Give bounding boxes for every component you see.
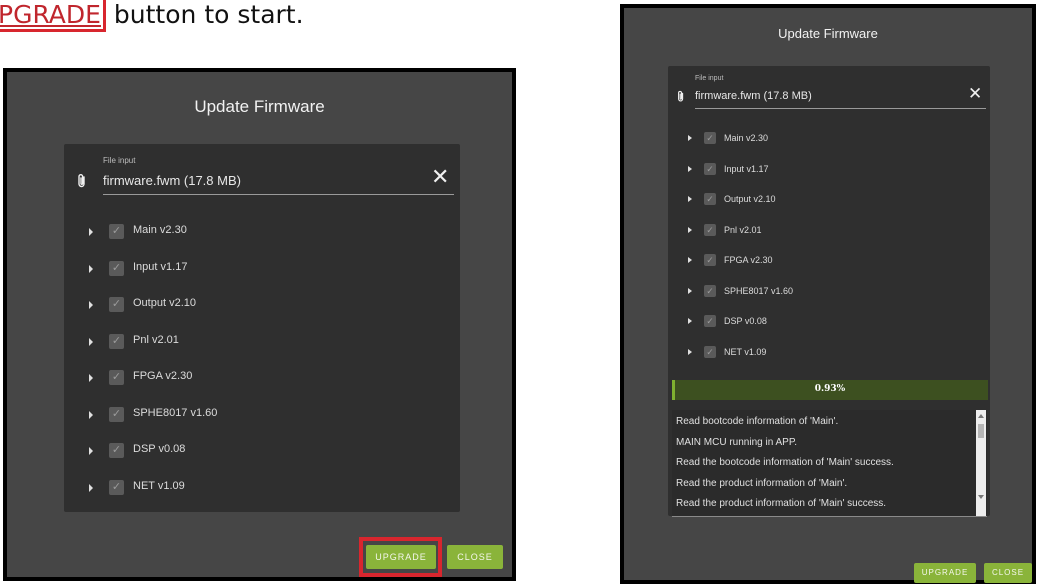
expand-caret-icon[interactable] (89, 228, 93, 236)
module-checkbox[interactable]: ✓ (109, 260, 124, 276)
log-line: Read bootcode information of 'Main'. (676, 416, 839, 427)
upgrade-progress-bar: 0.93% (672, 380, 988, 400)
clear-file-icon[interactable]: ✕ (431, 166, 449, 188)
module-checkbox[interactable]: ✓ (109, 406, 124, 422)
expand-caret-icon[interactable] (688, 135, 692, 141)
module-row[interactable]: ✓ SPHE8017 v1.60 (668, 284, 990, 300)
scroll-thumb[interactable] (978, 424, 984, 438)
instruction-rest: button to start. (105, 0, 304, 29)
file-input-value[interactable]: firmware.fwm (17.8 MB) (103, 173, 241, 188)
expand-caret-icon[interactable] (688, 226, 692, 233)
module-row[interactable]: ✓ Input v1.17 (64, 259, 460, 279)
log-line: MAIN MCU running in APP. (676, 436, 797, 448)
module-label: Pnl v2.01 (724, 224, 762, 235)
expand-caret-icon[interactable] (89, 483, 93, 492)
paperclip-icon[interactable] (77, 173, 87, 194)
module-checkbox[interactable]: ✓ (109, 443, 124, 458)
file-input-underline (103, 194, 454, 195)
module-row[interactable]: ✓ NET v1.09 (64, 478, 460, 498)
module-label: DSP v0.08 (724, 316, 767, 326)
progress-percent: 0.93% (814, 384, 846, 394)
module-checkbox[interactable]: ✓ (704, 132, 716, 144)
module-checkbox[interactable]: ✓ (109, 297, 124, 312)
module-checkbox[interactable]: ✓ (704, 284, 716, 297)
scroll-up-icon[interactable] (978, 414, 984, 418)
instruction-highlight: PGRADE (0, 0, 106, 32)
module-label: Output v2.10 (724, 194, 776, 204)
log-line: Read the product information of 'Main'. (676, 477, 848, 489)
module-row[interactable]: ✓ SPHE8017 v1.60 (64, 405, 460, 425)
log-underline (672, 516, 987, 517)
module-checkbox[interactable]: ✓ (704, 345, 716, 358)
module-row[interactable]: ✓ Output v2.10 (64, 295, 460, 315)
expand-caret-icon[interactable] (688, 196, 692, 202)
module-checkbox[interactable]: ✓ (109, 479, 124, 495)
close-button[interactable]: CLOSE (984, 563, 1032, 583)
module-row[interactable]: ✓ Main v2.30 (64, 222, 460, 242)
module-checkbox[interactable]: ✓ (109, 224, 124, 239)
module-label: FPGA v2.30 (133, 370, 193, 382)
module-label: Input v1.17 (724, 163, 769, 174)
log-scrollbar[interactable] (976, 410, 986, 516)
module-row[interactable]: ✓ FPGA v2.30 (668, 253, 990, 269)
update-firmware-dialog-idle: Update Firmware File input firmware.fwm … (3, 68, 516, 581)
module-label: FPGA v2.30 (724, 255, 773, 265)
expand-caret-icon[interactable] (688, 257, 692, 263)
dialog-title: Update Firmware (778, 26, 878, 41)
module-label: NET v1.09 (724, 346, 767, 357)
file-input-underline (695, 108, 986, 109)
module-row[interactable]: ✓ Pnl v2.01 (668, 223, 990, 239)
upgrade-log[interactable]: Read bootcode information of 'Main'. MAIN… (672, 410, 987, 516)
module-checkbox[interactable]: ✓ (704, 315, 716, 327)
module-row[interactable]: ✓ DSP v0.08 (64, 441, 460, 461)
module-checkbox[interactable]: ✓ (704, 162, 716, 175)
module-label: SPHE8017 v1.60 (133, 406, 218, 419)
module-label: Input v1.17 (133, 260, 188, 273)
module-label: SPHE8017 v1.60 (724, 285, 794, 296)
close-button[interactable]: CLOSE (447, 545, 503, 569)
module-label: Main v2.30 (724, 133, 769, 143)
expand-caret-icon[interactable] (688, 348, 692, 355)
module-label: Output v2.10 (133, 297, 196, 309)
module-row[interactable]: ✓ DSP v0.08 (668, 314, 990, 330)
module-label: Pnl v2.01 (133, 333, 179, 346)
file-input-label: File input (695, 75, 724, 82)
expand-caret-icon[interactable] (688, 287, 692, 294)
firmware-card: File input firmware.fwm (17.8 MB) ✕ ✓ Mai… (64, 144, 460, 512)
upgrade-button[interactable]: UPGRADE (366, 545, 436, 569)
expand-caret-icon[interactable] (89, 447, 93, 455)
expand-caret-icon[interactable] (89, 301, 93, 309)
file-input-value[interactable]: firmware.fwm (17.8 MB) (695, 90, 812, 102)
module-checkbox[interactable]: ✓ (704, 254, 716, 266)
clear-file-icon[interactable]: ✕ (968, 85, 982, 102)
module-label: NET v1.09 (133, 479, 185, 492)
module-row[interactable]: ✓ Output v2.10 (668, 192, 990, 208)
expand-caret-icon[interactable] (688, 318, 692, 324)
module-checkbox[interactable]: ✓ (109, 333, 124, 349)
module-label: DSP v0.08 (133, 443, 186, 455)
module-row[interactable]: ✓ NET v1.09 (668, 345, 990, 361)
module-row[interactable]: ✓ Input v1.17 (668, 162, 990, 178)
expand-caret-icon[interactable] (89, 264, 93, 273)
log-line: Read the product information of 'Main' s… (676, 498, 887, 509)
module-checkbox[interactable]: ✓ (109, 370, 124, 385)
expand-caret-icon[interactable] (89, 410, 93, 419)
file-input-label: File input (103, 156, 136, 165)
log-line: Read the bootcode information of 'Main' … (676, 457, 894, 468)
module-checkbox[interactable]: ✓ (704, 193, 716, 205)
scroll-down-icon[interactable] (978, 495, 984, 499)
module-label: Main v2.30 (133, 224, 187, 236)
expand-caret-icon[interactable] (89, 374, 93, 382)
module-row[interactable]: ✓ FPGA v2.30 (64, 368, 460, 388)
instruction-text: PGRADE button to start. (0, 0, 304, 32)
update-firmware-dialog-progress: Update Firmware File input firmware.fwm … (620, 4, 1036, 584)
paperclip-icon[interactable] (677, 90, 685, 108)
expand-caret-icon[interactable] (89, 337, 93, 346)
expand-caret-icon[interactable] (688, 165, 692, 172)
upgrade-button[interactable]: UPGRADE (914, 563, 976, 583)
module-row[interactable]: ✓ Main v2.30 (668, 131, 990, 147)
dialog-title: Update Firmware (194, 97, 325, 116)
module-row[interactable]: ✓ Pnl v2.01 (64, 332, 460, 352)
module-checkbox[interactable]: ✓ (704, 223, 716, 236)
